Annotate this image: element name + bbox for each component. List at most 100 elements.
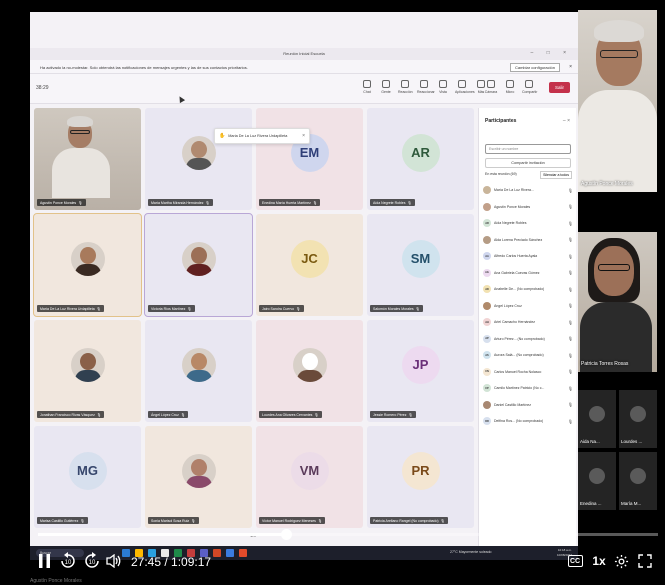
participant-list-name: Daniel Castillo Martínez	[494, 402, 531, 407]
list-item[interactable]: Agustín Ponce Morales 🎙	[483, 199, 573, 216]
list-item[interactable]: María De La Luz Rivera... 🎙	[483, 182, 573, 199]
toolbar-label: Micro	[505, 90, 515, 94]
captions-icon[interactable]: CC	[566, 550, 584, 572]
close-icon[interactable]: ×	[569, 64, 572, 70]
participant-tile[interactable]: EM Enedina María Huerta Martínez 🎙	[256, 108, 363, 210]
playback-time: 27:45 / 1:09:17	[131, 555, 211, 569]
video-player[interactable]: Reunión Inicial Escuela – □ × Ha activad…	[0, 0, 665, 585]
participant-name: Aída Negrete Robles	[373, 200, 406, 205]
participant-tile[interactable]: PR Patricia Arellano Rangel (No comprobad…	[367, 426, 474, 528]
participant-tile[interactable]: Victoria Ríos Martínez 🎙	[144, 213, 253, 317]
toolbar-micro-icon	[506, 80, 514, 88]
mini-video[interactable]: Lourdes ...	[619, 390, 657, 448]
toolbar-chat-icon	[363, 80, 371, 88]
initials-avatar: MG	[68, 451, 107, 490]
participant-name-label: Sonia Marisol Sosa Ruiz 🎙	[148, 517, 199, 524]
rewind-10-icon[interactable]: 10	[58, 550, 78, 572]
toolbar-label: Gente	[381, 90, 391, 94]
participant-tile[interactable]: SM Salomón Morales Morales 🎙	[367, 214, 474, 316]
window-controls[interactable]: – □ ×	[531, 50, 573, 56]
participant-tile[interactable]: Agustín Ponce Morales 🎙	[34, 108, 141, 210]
participant-tile[interactable]: VM Víctor Manuel Rodríguez Meneses 🎙	[256, 426, 363, 528]
speaker-video-top: Agustín Ponce Morales	[578, 10, 657, 192]
participant-tile[interactable]: JP Jessie Romero Pérez 🎙	[367, 320, 474, 422]
avatar: AD	[483, 285, 491, 294]
popup-name: Maria De La Luz Rivera Urdapilleta	[228, 134, 288, 138]
avatar: AR	[483, 219, 491, 228]
participant-name: Jessie Romero Pérez	[373, 412, 407, 417]
participant-tile[interactable]: Sonia Marisol Sosa Ruiz 🎙	[145, 426, 252, 528]
mic-icon: 🎙	[96, 412, 102, 417]
participant-tile[interactable]: Ángel López Cruz 🎙	[145, 320, 252, 422]
list-item[interactable]: AR Aída Negrete Robles 🎙	[483, 215, 573, 232]
fullscreen-icon[interactable]	[636, 550, 654, 572]
in-meeting-section[interactable]: En esta reunión (69)	[485, 172, 517, 176]
playback-speed-button[interactable]: 1x	[590, 550, 608, 572]
volume-icon[interactable]	[104, 550, 124, 572]
list-item[interactable]: AA Alfredo Carlos Huerta Ayala 🎙	[483, 248, 573, 265]
forward-10-icon[interactable]: 10	[82, 550, 102, 572]
seek-bar[interactable]	[38, 529, 658, 540]
toolbar-label: Chat	[363, 90, 371, 94]
close-icon[interactable]: ×	[302, 133, 305, 139]
list-item[interactable]: CP Camilo Martínez Patricio (No c... 🎙	[483, 380, 573, 397]
mic-icon: 🎙	[78, 200, 83, 205]
initials-avatar: JP	[401, 345, 440, 384]
toolbar-reaccionar-button[interactable]: Reaccionar	[417, 80, 435, 94]
list-item[interactable]: AH Ariel Camacho Hernández 🎙	[483, 314, 573, 331]
toolbar-vista-button[interactable]: Vista	[436, 80, 450, 94]
list-item[interactable]: Ángel López Cruz 🎙	[483, 298, 573, 315]
toolbar-compartir-button[interactable]: Compartir	[522, 80, 537, 94]
mic-icon: 🎙	[567, 369, 573, 375]
list-item[interactable]: AD Anabelle De... (No comprobado) 🎙	[483, 281, 573, 298]
mic-icon: 🎙	[567, 336, 573, 342]
meeting-screen: Reunión Inicial Escuela – □ × Ha activad…	[30, 12, 578, 560]
participant-tile[interactable]: JC Jairo Sandra Cuervo 🎙	[256, 214, 363, 316]
participant-list-name: Aurora Salá... (No comprobado)	[494, 353, 544, 358]
mute-all-button[interactable]: Silenciar a todos	[540, 171, 572, 179]
list-item[interactable]: Alda Lorena Preciado Sánchez 🎙	[483, 232, 573, 249]
participant-name: María De La Luz Rivera Urdapilleta	[40, 306, 95, 311]
toolbar-cámara-button[interactable]: Cámara	[484, 80, 498, 94]
toolbar-aplicaciones-button[interactable]: Aplicaciones	[455, 80, 475, 94]
share-invite-button[interactable]: Compartir invitación	[485, 158, 571, 168]
leave-button[interactable]: Salir	[548, 82, 570, 93]
mini-video[interactable]: María M...	[619, 452, 657, 510]
pause-icon[interactable]	[36, 550, 52, 572]
toolbar-label: Vista	[439, 90, 447, 94]
close-panel-icon[interactable]: – ×	[563, 118, 570, 124]
mini-video[interactable]: Aida Na...	[578, 390, 616, 448]
list-item[interactable]: AP Arturo Pérez... (No comprobado) 🎙	[483, 331, 573, 348]
toolbar-chat-button[interactable]: Chat	[360, 80, 374, 94]
participant-name-label: Jonathan Francisco Rivas Vásquez 🎙	[37, 411, 105, 418]
mini-video[interactable]: Enedina ...	[578, 452, 616, 510]
list-item[interactable]: DR Delfina Ros... (No comprobado) 🎙	[483, 413, 573, 430]
toolbar-gente-button[interactable]: Gente	[379, 80, 393, 94]
participant-tile[interactable]: Lourdes Ana Olivares Cervantes 🎙	[256, 320, 363, 422]
mic-icon: 🎙	[567, 237, 573, 243]
participant-tile[interactable]: María De La Luz Rivera Urdapilleta 🎙	[33, 213, 142, 317]
toolbar-micro-button[interactable]: Micro	[503, 80, 517, 94]
participant-tile[interactable]: MG Marisa Castillo Gutiérrez 🎙	[34, 426, 141, 528]
avatar	[483, 235, 491, 244]
participant-tile[interactable]: Jonathan Francisco Rivas Vásquez 🎙	[34, 320, 141, 422]
participant-tile[interactable]: María Martha Miranda Hernández 🎙	[145, 108, 252, 210]
toolbar-cámara-icon	[487, 80, 495, 88]
participant-search-input[interactable]: Escribir un nombre	[485, 144, 571, 154]
avatar	[483, 186, 491, 195]
initials-avatar: AR	[401, 133, 440, 172]
list-item[interactable]: AS Aurora Salá... (No comprobado) 🎙	[483, 347, 573, 364]
avatar: CP	[483, 384, 491, 393]
toolbar-reacción-button[interactable]: Reacción	[398, 80, 413, 94]
mic-icon: 🎙	[567, 418, 573, 424]
mic-icon: 🎙	[96, 306, 102, 311]
participant-tile[interactable]: AR Aída Negrete Robles 🎙	[367, 108, 474, 210]
list-item[interactable]: Daniel Castillo Martínez 🎙	[483, 397, 573, 414]
list-item[interactable]: AG Ana Gabriela Cuevas Gómez 🎙	[483, 265, 573, 282]
participant-name-label: Jairo Sandra Cuervo 🎙	[259, 305, 304, 312]
initials-avatar: VM	[290, 451, 329, 490]
participant-list: María De La Luz Rivera... 🎙 Agustín Ponce …	[483, 182, 573, 430]
change-settings-button[interactable]: Cambiar configuración	[509, 63, 560, 72]
gear-icon[interactable]	[612, 550, 630, 572]
list-item[interactable]: CN Carlos Manuel Rocha Nolasco 🎙	[483, 364, 573, 381]
